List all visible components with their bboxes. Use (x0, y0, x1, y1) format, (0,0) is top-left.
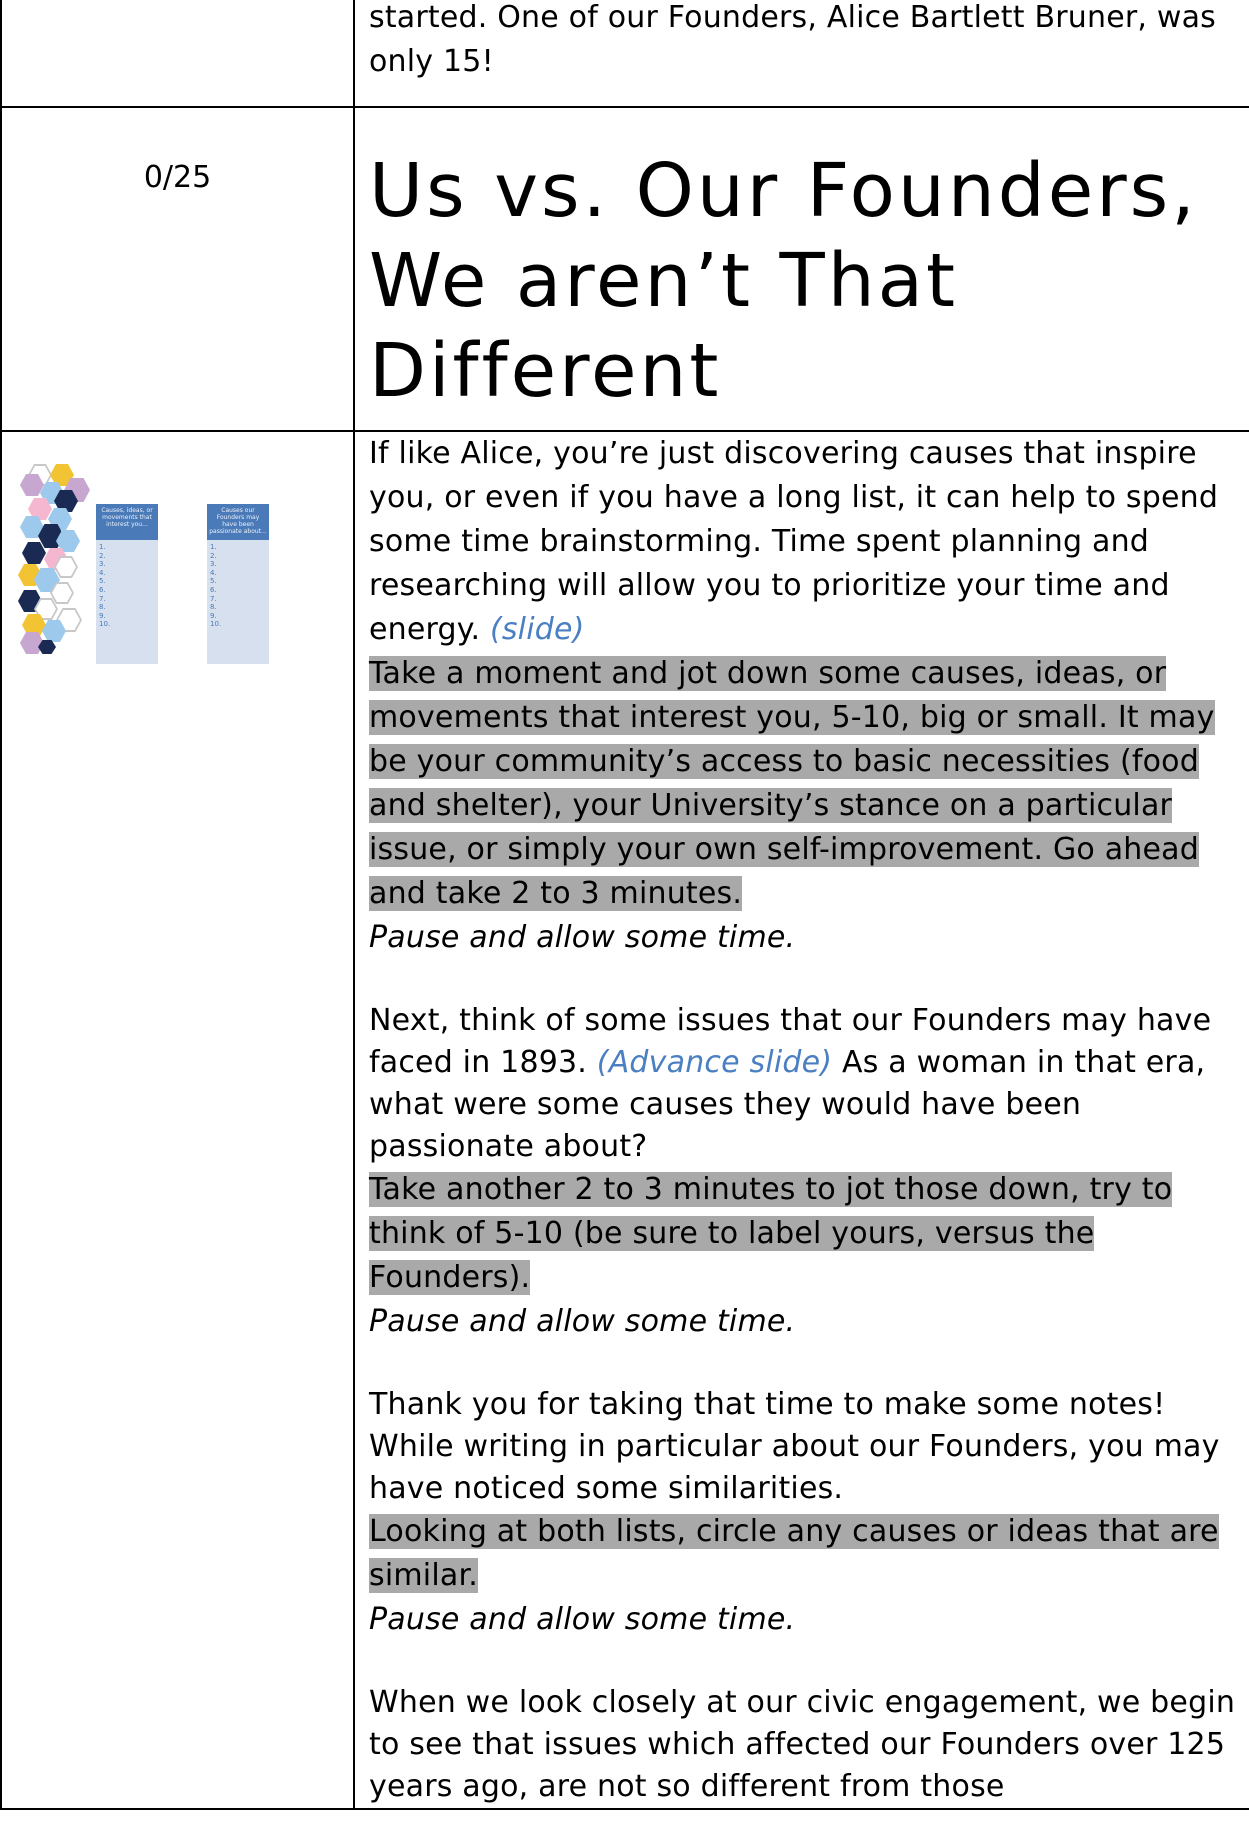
slide-thumbnail-cell: Causes, ideas, or movements that interes… (0, 430, 355, 1810)
script-cell: started. One of our Founders, Alice Bart… (353, 0, 1249, 108)
list-item: 3. (210, 560, 217, 569)
script-cell: If like Alice, you’re just discovering c… (353, 430, 1249, 1810)
paragraph: Next, think of some issues that our Foun… (369, 1000, 1239, 1168)
list-item: 4. (99, 568, 106, 577)
panel-title: Causes, ideas, or movements that interes… (96, 504, 158, 540)
table-row: Causes, ideas, or movements that interes… (0, 430, 1249, 1810)
list-item: 6. (210, 585, 217, 594)
list-item: 3. (99, 560, 106, 569)
highlight-text: Looking at both lists, circle any causes… (369, 1514, 1219, 1593)
list-item: 8. (99, 603, 106, 612)
highlight-text: Take another 2 to 3 minutes to jot those… (369, 1172, 1173, 1295)
highlighted-instruction: Take another 2 to 3 minutes to jot those… (369, 1168, 1239, 1300)
list-item: 1. (210, 543, 217, 551)
slide-cue: (slide) (489, 612, 585, 647)
hexagon-shape (22, 542, 46, 564)
list-item: 2. (210, 551, 217, 560)
list-item: 4. (210, 568, 217, 577)
list-item: 6. (99, 585, 106, 594)
slide-thumbnail: Causes, ideas, or movements that interes… (14, 464, 274, 674)
panel-list: 1. 2. 3. 4. 5. 6. 7. 8. 9. 10. (96, 540, 158, 629)
list-item: 7. (210, 594, 217, 603)
timing-label: 0/25 (143, 160, 212, 195)
list-item: 8. (210, 603, 217, 612)
table-row: 0/25 Us vs. Our Founders, We aren’t That… (0, 106, 1249, 432)
panel-list: 1. 2. 3. 4. 5. 6. 7. 8. 9. 10. (207, 540, 269, 629)
intro-text: started. One of our Founders, Alice Bart… (369, 0, 1217, 79)
list-item: 5. (99, 577, 106, 586)
section-heading: Us vs. Our Founders, We aren’t That Diff… (369, 148, 1198, 414)
timing-cell: 0/25 (0, 106, 355, 432)
highlighted-instruction: Looking at both lists, circle any causes… (369, 1510, 1239, 1598)
highlighted-instruction: Take a moment and jot down some causes, … (369, 652, 1239, 916)
highlight-text: Take a moment and jot down some causes, … (369, 656, 1215, 911)
list-item: 7. (99, 594, 106, 603)
list-item: 2. (99, 551, 106, 560)
panel-title: Causes our Founders may have been passio… (207, 504, 269, 540)
slide-cue: (Advance slide) (596, 1045, 833, 1080)
pause-note: Pause and allow some time. (369, 1602, 796, 1637)
list-item: 10. (210, 620, 222, 629)
script-content: If like Alice, you’re just discovering c… (355, 432, 1249, 1808)
timing-cell (0, 0, 355, 108)
list-item: 1. (99, 543, 106, 551)
list-item: 9. (210, 611, 217, 620)
script-table: started. One of our Founders, Alice Bart… (0, 0, 1249, 1810)
paragraph: If like Alice, you’re just discovering c… (369, 432, 1239, 652)
pause-note: Pause and allow some time. (369, 920, 796, 955)
founders-causes-panel: Causes our Founders may have been passio… (207, 504, 269, 664)
table-row: started. One of our Founders, Alice Bart… (0, 0, 1249, 108)
pause-note: Pause and allow some time. (369, 1304, 796, 1339)
your-causes-panel: Causes, ideas, or movements that interes… (96, 504, 158, 664)
paragraph: When we look closely at our civic engage… (369, 1685, 1236, 1804)
list-item: 9. (99, 611, 106, 620)
paragraph: Thank you for taking that time to make s… (369, 1387, 1220, 1506)
list-item: 10. (99, 620, 111, 629)
list-item: 5. (210, 577, 217, 586)
heading-cell: Us vs. Our Founders, We aren’t That Diff… (353, 106, 1249, 432)
